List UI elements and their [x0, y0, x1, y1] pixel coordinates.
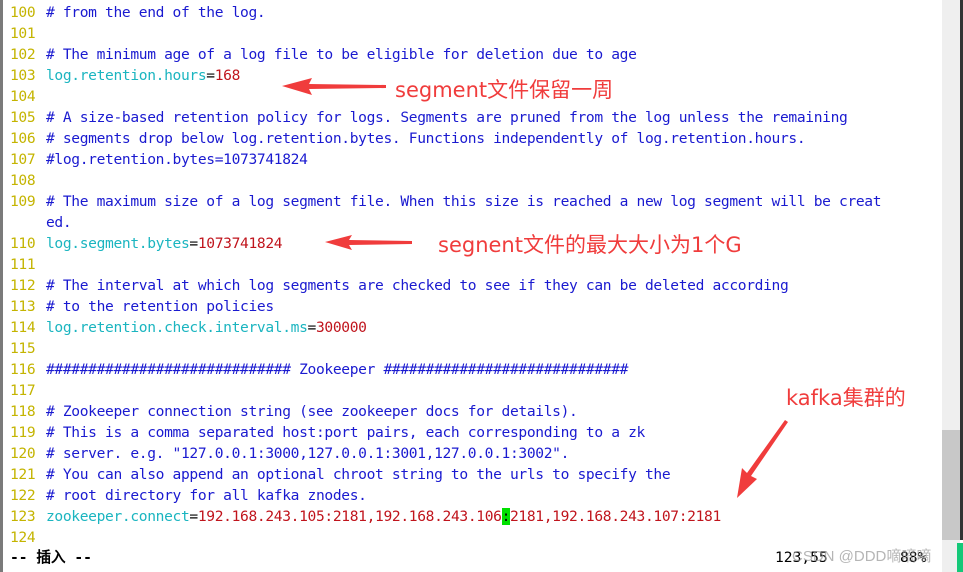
arrow-segment-size-icon [325, 235, 412, 250]
arrow-retention-icon [282, 78, 386, 95]
arrow-kafka-cluster-icon [737, 420, 788, 498]
annotation-arrows [282, 78, 788, 498]
